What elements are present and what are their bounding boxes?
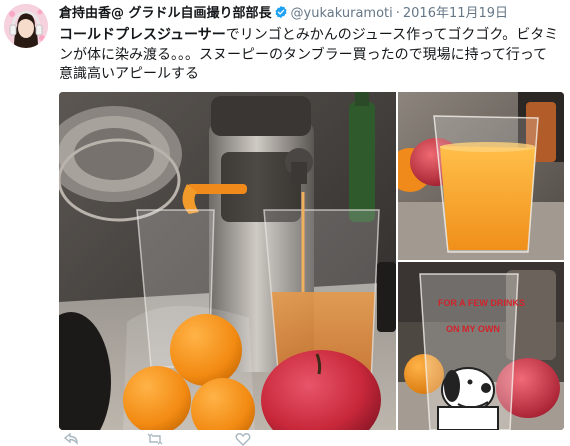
tweet-text-line-3: 意識高いアピールする <box>59 66 199 82</box>
tweet: 倉持由香@ グラドル自画撮り部部長 @yukakuramoti · 2016年11月1… <box>0 0 570 446</box>
tweet-header: 倉持由香@ グラドル自画撮り部部長 @yukakuramoti · 2016年11月1… <box>59 5 508 25</box>
verified-badge-icon <box>275 5 287 19</box>
author-handle[interactable]: @yukakuramoti <box>291 6 393 21</box>
snoopy-tumbler-photo[interactable]: FOR A FEW DRINKS ON MY OWN <box>398 262 564 430</box>
tweet-media-grid: FOR A FEW DRINKS ON MY OWN <box>59 92 564 430</box>
header-separator: · <box>395 6 400 21</box>
tweet-actions <box>59 432 564 446</box>
tweet-text-line-2: ンが体に染み渡る。。。スヌーピーのタンブラー買ったので現場に持って行って <box>59 46 548 63</box>
orange-juice-glass-photo[interactable] <box>398 92 564 260</box>
retweet-icon[interactable] <box>147 432 163 446</box>
tweet-text-highlight: コールドプレスジューサー <box>59 27 226 43</box>
like-icon[interactable] <box>235 432 251 446</box>
cup-lettering: FOR A FEW DRINKS <box>438 298 525 308</box>
author-name[interactable]: 倉持由香@ グラドル自画撮り部部長 <box>59 6 272 21</box>
tweet-text-line-1: コールドプレスジューサーでリンゴとみかんのジュース作ってゴクゴク。ビタミ <box>59 26 564 46</box>
reply-icon[interactable] <box>63 432 79 446</box>
tweet-text-line-1-rest: でリンゴとみかんのジュース作ってゴクゴク。ビタミ <box>225 27 559 43</box>
cup-lettering-2: ON MY OWN <box>446 324 500 334</box>
juicer-with-oranges-and-apple-photo[interactable] <box>59 92 396 430</box>
tweet-text: コールドプレスジューサーでリンゴとみかんのジュース作ってゴクゴク。ビタミ ンが体… <box>59 26 564 85</box>
author-avatar[interactable] <box>4 4 48 48</box>
tweet-timestamp[interactable]: 2016年11月19日 <box>403 6 508 21</box>
